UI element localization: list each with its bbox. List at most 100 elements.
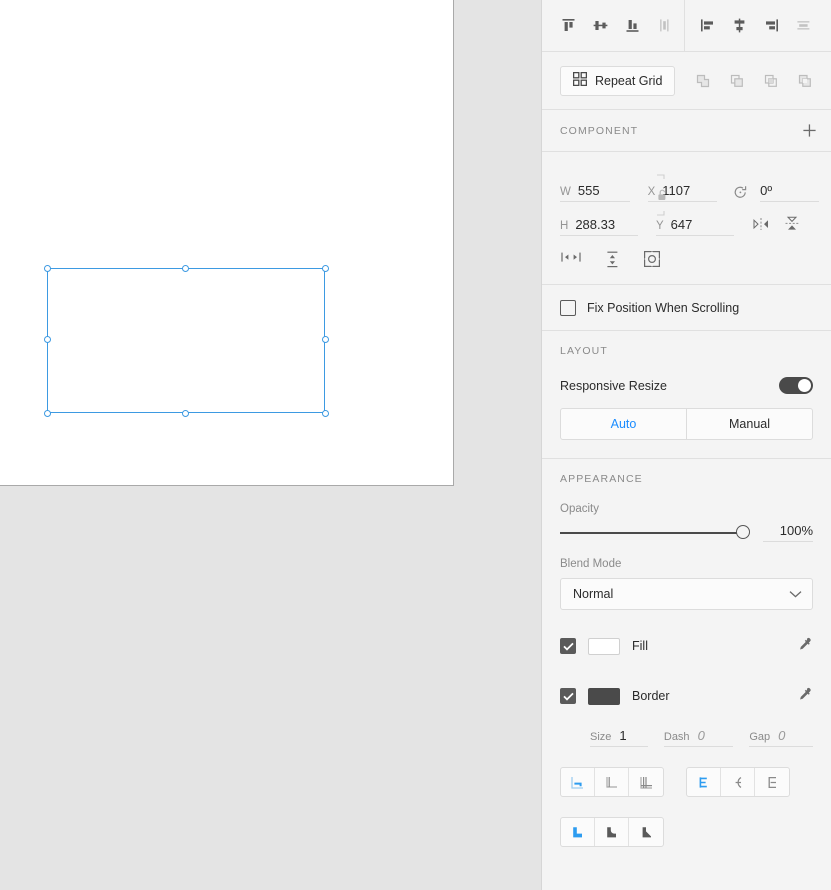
opacity-slider[interactable] (560, 524, 750, 541)
stroke-inside-icon[interactable] (561, 768, 595, 796)
transform-row-1: W 555 X 1107 0º (560, 168, 819, 202)
blend-mode-value: Normal (573, 587, 614, 601)
repeat-grid-button[interactable]: Repeat Grid (560, 65, 676, 96)
align-bottom-icon[interactable] (616, 11, 648, 41)
stroke-position-group (560, 767, 664, 797)
resize-handle-bottom-right[interactable] (321, 409, 329, 417)
appearance-title: APPEARANCE (560, 473, 643, 485)
selected-rectangle[interactable] (43, 264, 329, 417)
flip-vertical-icon[interactable] (784, 215, 800, 235)
distribute-vertical-icon[interactable] (648, 11, 680, 41)
stroke-line-1 (560, 767, 813, 797)
fill-color-swatch[interactable] (588, 637, 620, 655)
fill-row: Fill (560, 632, 813, 660)
boolean-intersect-icon[interactable] (755, 66, 787, 96)
stroke-line-2 (560, 817, 813, 847)
border-color-swatch[interactable] (588, 687, 620, 705)
eyedropper-icon[interactable] (797, 637, 813, 656)
width-field[interactable]: W 555 (560, 183, 630, 202)
responsive-resize-toggle[interactable] (779, 377, 813, 394)
border-gap-field[interactable]: Gap 0 (749, 728, 813, 747)
border-gap-value: 0 (778, 728, 786, 743)
align-right-icon[interactable] (755, 11, 787, 41)
opacity-label: Opacity (560, 503, 599, 515)
align-horizontal-center-icon[interactable] (723, 11, 755, 41)
align-left-icon[interactable] (691, 11, 723, 41)
boolean-subtract-icon[interactable] (721, 66, 753, 96)
resize-width-icon[interactable] (560, 250, 582, 272)
width-label: W (560, 186, 571, 198)
resize-handle-top-right[interactable] (321, 264, 329, 272)
layout-mode-manual[interactable]: Manual (687, 409, 812, 439)
border-size-value: 1 (619, 728, 627, 743)
blend-mode-label: Blend Mode (560, 558, 622, 570)
border-size-field[interactable]: Size 1 (590, 728, 648, 747)
design-canvas[interactable] (0, 0, 541, 890)
vertical-alignment-group (542, 0, 680, 52)
eyedropper-icon[interactable] (797, 687, 813, 706)
border-dash-field[interactable]: Dash 0 (663, 728, 734, 747)
aspect-ratio-lock[interactable] (654, 172, 672, 218)
boolean-add-icon[interactable] (687, 66, 719, 96)
join-miter-icon[interactable] (561, 818, 595, 846)
horizontal-alignment-group (691, 0, 819, 52)
grid-icon (572, 71, 588, 89)
responsive-resize-row: Responsive Resize (560, 377, 813, 394)
artboard[interactable] (0, 0, 454, 486)
height-value: 288.33 (575, 217, 616, 232)
resize-handle-top-left[interactable] (43, 264, 51, 272)
stroke-option-rows (542, 747, 831, 847)
resize-icon-group (560, 250, 819, 272)
line-cap-group (686, 767, 790, 797)
fix-position-checkbox[interactable] (560, 299, 576, 316)
opacity-slider-knob[interactable] (736, 524, 750, 539)
border-checkbox[interactable] (560, 688, 576, 704)
resize-handle-bottom-left[interactable] (43, 409, 51, 417)
stroke-outside-icon[interactable] (629, 768, 663, 796)
opacity-value[interactable]: 100% (763, 523, 813, 542)
repeat-grid-label: Repeat Grid (595, 73, 663, 88)
resize-handle-middle-left[interactable] (43, 336, 51, 343)
rotation-field[interactable]: 0º (760, 183, 819, 202)
component-section-header: COMPONENT (542, 110, 831, 152)
resize-handle-middle-right[interactable] (321, 336, 329, 343)
layout-mode-auto[interactable]: Auto (561, 409, 687, 439)
component-title: COMPONENT (560, 124, 639, 137)
cap-square-icon[interactable] (755, 768, 789, 796)
border-row: Border (560, 682, 813, 710)
resize-handle-bottom-center[interactable] (181, 409, 189, 417)
fill-checkbox[interactable] (560, 638, 576, 654)
fill-label: Fill (632, 639, 648, 653)
toolbar-divider (684, 0, 685, 52)
flip-group (752, 215, 800, 236)
opacity-slider-track (560, 531, 749, 534)
resize-height-icon[interactable] (604, 250, 621, 272)
distribute-horizontal-icon[interactable] (787, 11, 819, 41)
transform-section: W 555 X 1107 0º H 288.33 Y 647 (542, 152, 831, 285)
align-top-icon[interactable] (552, 11, 584, 41)
line-join-group (560, 817, 664, 847)
stroke-center-icon[interactable] (595, 768, 629, 796)
join-round-icon[interactable] (595, 818, 629, 846)
chevron-down-icon (789, 587, 802, 601)
join-bevel-icon[interactable] (629, 818, 663, 846)
appearance-section: APPEARANCE Opacity 100% Blend Mode Norma… (542, 459, 831, 747)
resize-handle-top-center[interactable] (181, 264, 189, 272)
xd-application-window: Repeat Grid COMPONENT W 555 X 1107 0º H … (0, 0, 831, 890)
rotate-icon[interactable] (733, 185, 748, 202)
y-field[interactable]: Y 647 (656, 217, 734, 236)
cap-round-icon[interactable] (721, 768, 755, 796)
plus-icon[interactable] (795, 117, 823, 145)
transform-row-2: H 288.33 Y 647 (560, 202, 819, 236)
rotation-value: 0º (760, 183, 773, 198)
blend-mode-select[interactable]: Normal (560, 578, 813, 610)
boolean-exclude-icon[interactable] (789, 66, 821, 96)
align-vertical-center-icon[interactable] (584, 11, 616, 41)
height-field[interactable]: H 288.33 (560, 217, 638, 236)
cap-butt-icon[interactable] (687, 768, 721, 796)
width-value: 555 (577, 183, 600, 198)
resize-fit-icon[interactable] (643, 250, 661, 272)
flip-horizontal-icon[interactable] (752, 217, 770, 235)
border-label: Border (632, 689, 670, 703)
fix-position-row[interactable]: Fix Position When Scrolling (542, 285, 831, 331)
